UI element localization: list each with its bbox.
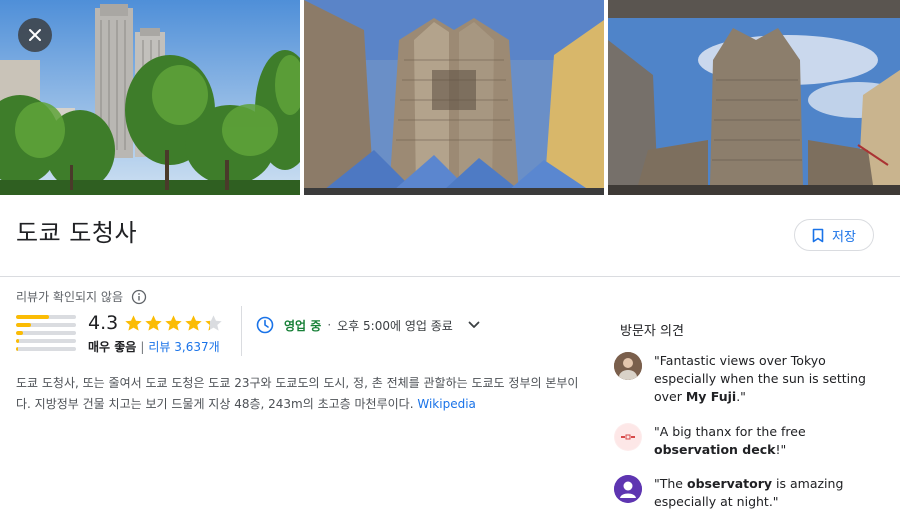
rating-score: 4.3 (88, 312, 119, 334)
rating-bar-fill (16, 339, 19, 343)
person-photo-icon (614, 352, 642, 380)
description-text: 도쿄 도청사, 또는 줄여서 도쿄 도청은 도쿄 23구와 도쿄도의 도시, 정… (16, 376, 579, 411)
reviews-link[interactable]: 리뷰 3,637개 (148, 340, 219, 354)
photo-wide-view[interactable] (608, 0, 900, 195)
unverified-notice: 리뷰가 확인되지 않음 (16, 288, 147, 305)
hours-toggle[interactable]: 영업 중 · 오후 5:00에 영업 종료 (256, 316, 481, 334)
logo-mark-icon (615, 424, 641, 450)
opinion-text: "Fantastic views over Tokyo especially w… (654, 353, 866, 404)
unverified-label: 리뷰가 확인되지 않음 (16, 290, 123, 304)
person-silhouette-icon (614, 475, 642, 503)
rating-stars (124, 314, 223, 333)
rating-bar-fill (16, 331, 24, 335)
place-title: 도쿄 도청사 (16, 219, 138, 247)
opinion-item[interactable]: "A big thanx for the free observation de… (614, 423, 884, 459)
star-icon (125, 315, 142, 331)
opinion-item[interactable]: "The observatory is amazing especially a… (614, 475, 884, 511)
opinions-title: 방문자 의견 (620, 324, 684, 339)
rating-bar (16, 315, 76, 319)
avatar (614, 352, 642, 380)
opinion-text: "The observatory is amazing especially a… (654, 476, 844, 509)
hours-separator: · (327, 318, 332, 332)
hours-status: 영업 중 (284, 318, 322, 333)
rating-bar (16, 347, 76, 351)
star-icon (185, 315, 202, 331)
save-label: 저장 (832, 229, 856, 245)
photo-front-view[interactable] (304, 0, 604, 195)
rating-bar (16, 331, 76, 335)
bookmark-icon (812, 228, 824, 242)
rating-subline: 매우 좋음 | 리뷰 3,637개 (88, 338, 220, 355)
info-icon[interactable] (131, 289, 147, 305)
rating-bar-fill (16, 315, 49, 319)
hours-closing: 오후 5:00에 영업 종료 (337, 318, 453, 333)
wikipedia-link[interactable]: Wikipedia (417, 397, 476, 411)
rating-bar (16, 339, 76, 343)
rating-bar-fill (16, 323, 31, 327)
opinion-item[interactable]: "Fantastic views over Tokyo especially w… (614, 352, 884, 406)
avatar (614, 423, 642, 451)
rating-bar-fill (16, 347, 18, 351)
rating-quality: 매우 좋음 (88, 340, 137, 354)
clock-icon (256, 316, 274, 334)
close-icon (29, 29, 41, 41)
rating-distribution (16, 315, 76, 355)
photo-strip (0, 0, 900, 195)
separator: | (140, 340, 145, 354)
place-header: 도쿄 도청사 저장 (0, 195, 900, 277)
save-button[interactable]: 저장 (794, 219, 874, 251)
photo-park-view[interactable] (0, 0, 300, 195)
avatar (614, 475, 642, 503)
place-description: 도쿄 도청사, 또는 줄여서 도쿄 도청은 도쿄 23구와 도쿄도의 도시, 정… (16, 373, 586, 415)
chevron-down-icon (468, 321, 480, 328)
star-icon (145, 315, 162, 331)
close-button[interactable] (18, 18, 52, 52)
divider (241, 306, 242, 356)
opinion-text: "A big thanx for the free observation de… (654, 424, 806, 457)
rating-bar (16, 323, 76, 327)
star-icon (205, 315, 222, 331)
star-icon (165, 315, 182, 331)
